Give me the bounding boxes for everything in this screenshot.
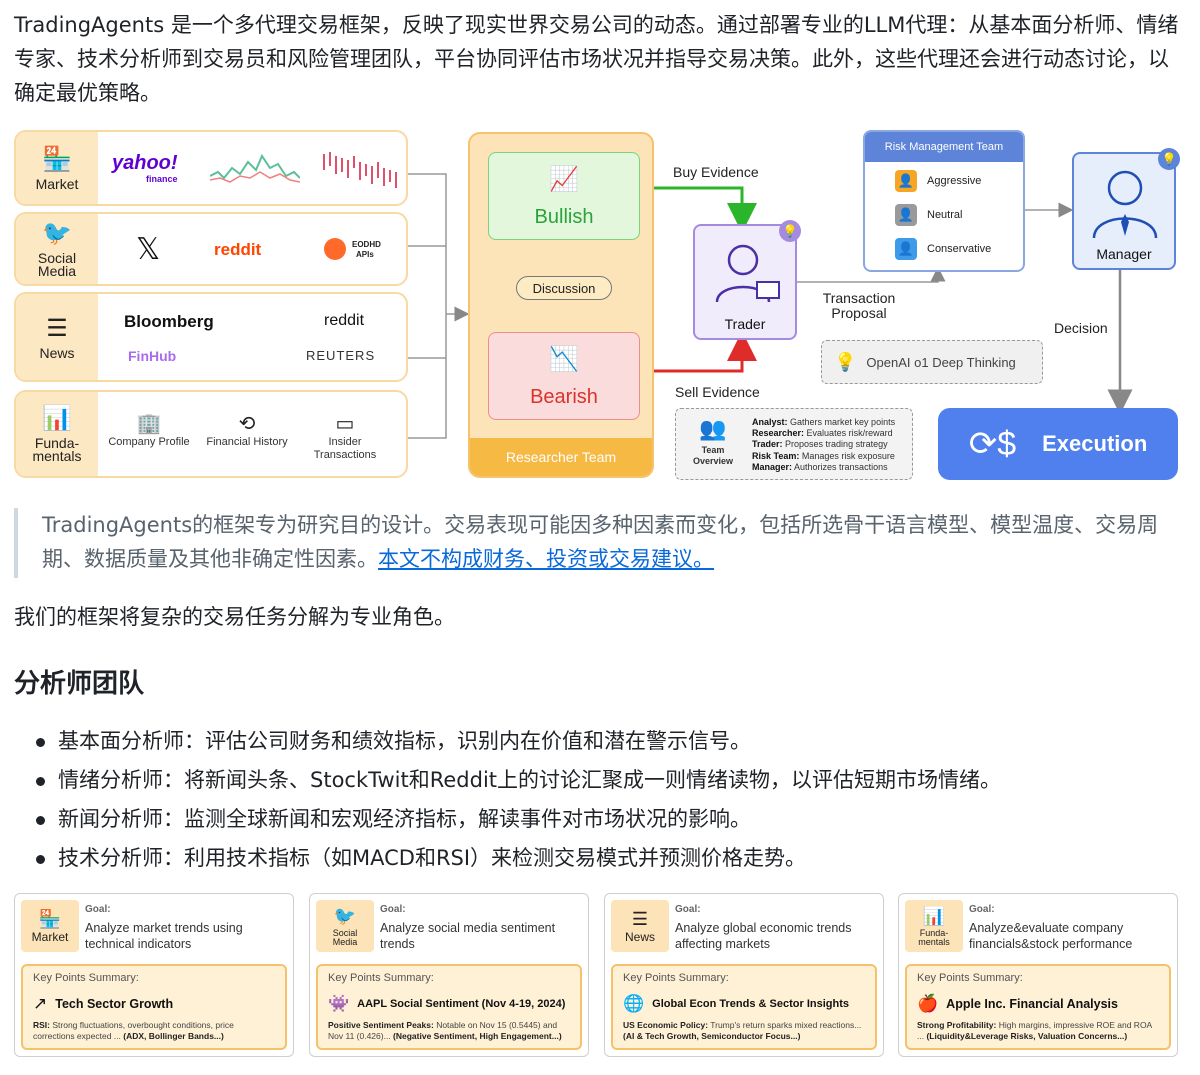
news-logos: Bloomberg reddit FinHub REUTERS — [106, 294, 402, 380]
source-market: 🏪 Market yahoo! finance — [14, 130, 408, 206]
trend-up-icon: ↗ — [33, 994, 48, 1013]
bulb-icon: 💡 — [834, 351, 857, 372]
company-profile-item: 🏢 Company Profile — [106, 412, 192, 449]
yahoo-finance-logo: finance — [146, 174, 178, 184]
list-item: 新闻分析师：监测全球新闻和宏观经济指标，解读事件对市场状况的影响。 — [14, 800, 1001, 839]
dollar-cycle-icon: ⟳$ — [968, 425, 1017, 463]
researcher-team: 📈 Bullish Discussion 📉 Bearish Researche… — [468, 132, 654, 478]
news-icon: ☰ — [46, 314, 68, 342]
chart-down-icon: 📉 — [549, 345, 579, 373]
discussion-pill: Discussion — [516, 276, 612, 300]
yahoo-logo: yahoo! — [112, 152, 178, 174]
market-logos: yahoo! finance — [106, 132, 402, 204]
bulb-icon: 💡 — [779, 220, 801, 242]
disclaimer-link[interactable]: 本文不构成财务、投资或交易建议。 — [378, 547, 714, 571]
candlestick-icon — [323, 152, 397, 188]
card-social-media: 🐦 Social Media Goal: Analyze social media… — [309, 893, 589, 1057]
analyst-list: 基本面分析师：评估公司财务和绩效指标，识别内在价值和潜在警示信号。 情绪分析师：… — [14, 722, 1001, 878]
reddit-logo: reddit — [214, 240, 262, 259]
line-chart-icon — [210, 153, 300, 183]
card-tab: 🏪 Market — [21, 900, 79, 952]
card-icon: ▭ — [335, 413, 355, 435]
bird-icon: 🐦 — [42, 220, 72, 247]
team-icon: 👥 — [699, 416, 727, 441]
source-social-media: 🐦 Social Media 𝕏 reddit EODHD APIs — [14, 212, 408, 286]
execution-box: ⟳$ Execution — [938, 408, 1178, 480]
eodhd-apis-logo: APIs — [356, 250, 374, 259]
team-overview-label: 👥 Team Overview — [680, 417, 746, 467]
list-item: 基本面分析师：评估公司财务和绩效指标，识别内在价值和潜在警示信号。 — [14, 722, 1001, 761]
buy-evidence-label: Buy Evidence — [673, 164, 759, 180]
insider-transactions-item: ▭ Insider Transactions — [302, 412, 388, 462]
key-points-summary: Key Points Summary: 🌐 Global Econ Trends … — [611, 964, 877, 1050]
researcher-team-label: Researcher Team — [470, 438, 652, 476]
disclaimer-quote: TradingAgents的框架专为研究目的设计。交易表现可能因多种因素而变化，… — [14, 508, 1184, 578]
team-overview: 👥 Team Overview Analyst: Gathers market … — [675, 408, 913, 480]
person-icon: 👤 — [895, 170, 917, 192]
fundamentals-items: 🏢 Company Profile ⟲ Financial History ▭ … — [106, 392, 402, 476]
bullish-box: 📈 Bullish — [488, 152, 640, 240]
reddit-news-logo: reddit — [324, 312, 365, 329]
store-icon: 🏪 — [42, 145, 72, 173]
key-points-summary: Key Points Summary: 🍎 Apple Inc. Financia… — [905, 964, 1171, 1050]
financial-history-item: ⟲ Financial History — [204, 412, 290, 449]
trader-box: 💡 Trader — [693, 220, 801, 340]
market-tab: 🏪 Market — [16, 132, 98, 204]
finhub-logo: FinHub — [128, 348, 177, 364]
reuters-logo: REUTERS — [306, 348, 376, 363]
card-market: 🏪 Market Goal: Analyze market trends usin… — [14, 893, 294, 1057]
fundamentals-tab: 📊 Funda-mentals — [16, 392, 98, 476]
building-icon: 🏢 — [136, 413, 162, 435]
list-item: 情绪分析师：将新闻头条、StockTwit和Reddit上的讨论汇聚成一则情绪读… — [14, 761, 1001, 800]
trader-person-icon — [715, 244, 780, 303]
section-heading: 分析师团队 — [14, 669, 145, 699]
source-news: ☰ News Bloomberg reddit FinHub REUTERS — [14, 292, 408, 382]
risk-team-title: Risk Management Team — [865, 132, 1023, 162]
bar-chart-icon: 📊 — [42, 405, 72, 432]
card-tab: ☰ News — [611, 900, 669, 952]
card-fundamentals: 📊 Funda-mentals Goal: Analyze&evaluate co… — [898, 893, 1178, 1057]
reddit-icon: 👾 — [328, 994, 350, 1013]
news-tab: ☰ News — [16, 294, 98, 380]
bar-chart-icon: 📊 — [922, 905, 946, 926]
source-fundamentals: 📊 Funda-mentals 🏢 Company Profile ⟲ Fina… — [14, 390, 408, 478]
social-logos: 𝕏 reddit EODHD APIs — [106, 214, 402, 284]
eodhd-icon — [324, 238, 346, 260]
key-points-summary: Key Points Summary: ↗ Tech Sector Growth … — [21, 964, 287, 1050]
framework-paragraph: 我们的框架将复杂的交易任务分解为专业角色。 — [14, 605, 455, 629]
bulb-icon: 💡 — [1158, 148, 1180, 170]
risk-member-aggressive: 👤 Aggressive — [895, 170, 981, 192]
bloomberg-logo: Bloomberg — [124, 312, 214, 331]
manager-box: 💡 Manager — [1072, 148, 1180, 270]
manager-person-icon — [1092, 170, 1158, 239]
risk-member-neutral: 👤 Neutral — [895, 204, 962, 226]
news-icon: ☰ — [631, 909, 649, 929]
bird-icon: 🐦 — [333, 905, 357, 926]
card-tab: 🐦 Social Media — [316, 900, 374, 952]
team-overview-lines: Analyst: Gathers market key points Resea… — [752, 417, 896, 472]
card-tab: 📊 Funda-mentals — [905, 900, 963, 952]
openai-deep-thinking: 💡 OpenAI o1 Deep Thinking — [821, 340, 1043, 384]
list-item: 技术分析师：利用技术指标（如MACD和RSI）来检测交易模式并预测价格走势。 — [14, 839, 1001, 878]
person-icon: 👤 — [895, 204, 917, 226]
chart-up-icon: 📈 — [549, 165, 579, 193]
risk-member-conservative: 👤 Conservative — [895, 238, 991, 260]
architecture-diagram: 🏪 Market yahoo! finance 🐦 Social Media 𝕏… — [0, 124, 1200, 486]
apple-icon: 🍎 — [917, 994, 939, 1013]
bearish-box: 📉 Bearish — [488, 332, 640, 420]
store-icon: 🏪 — [38, 909, 62, 929]
decision-label: Decision — [1054, 320, 1108, 336]
risk-management-team: Risk Management Team 👤 Aggressive 👤 Neut… — [863, 130, 1025, 272]
card-news: ☰ News Goal: Analyze global economic tren… — [604, 893, 884, 1057]
eodhd-logo: EODHD — [352, 240, 381, 249]
key-points-summary: Key Points Summary: 👾 AAPL Social Sentime… — [316, 964, 582, 1050]
x-logo: 𝕏 — [136, 233, 161, 266]
transaction-proposal-label: Transaction Proposal — [822, 290, 896, 321]
person-icon: 👤 — [895, 238, 917, 260]
social-media-tab: 🐦 Social Media — [16, 214, 98, 284]
sell-evidence-label: Sell Evidence — [675, 384, 760, 400]
globe-icon: 🌐 — [623, 994, 645, 1013]
history-icon: ⟲ — [238, 413, 256, 435]
intro-paragraph: TradingAgents 是一个多代理交易框架，反映了现实世界交易公司的动态。… — [14, 13, 1179, 105]
